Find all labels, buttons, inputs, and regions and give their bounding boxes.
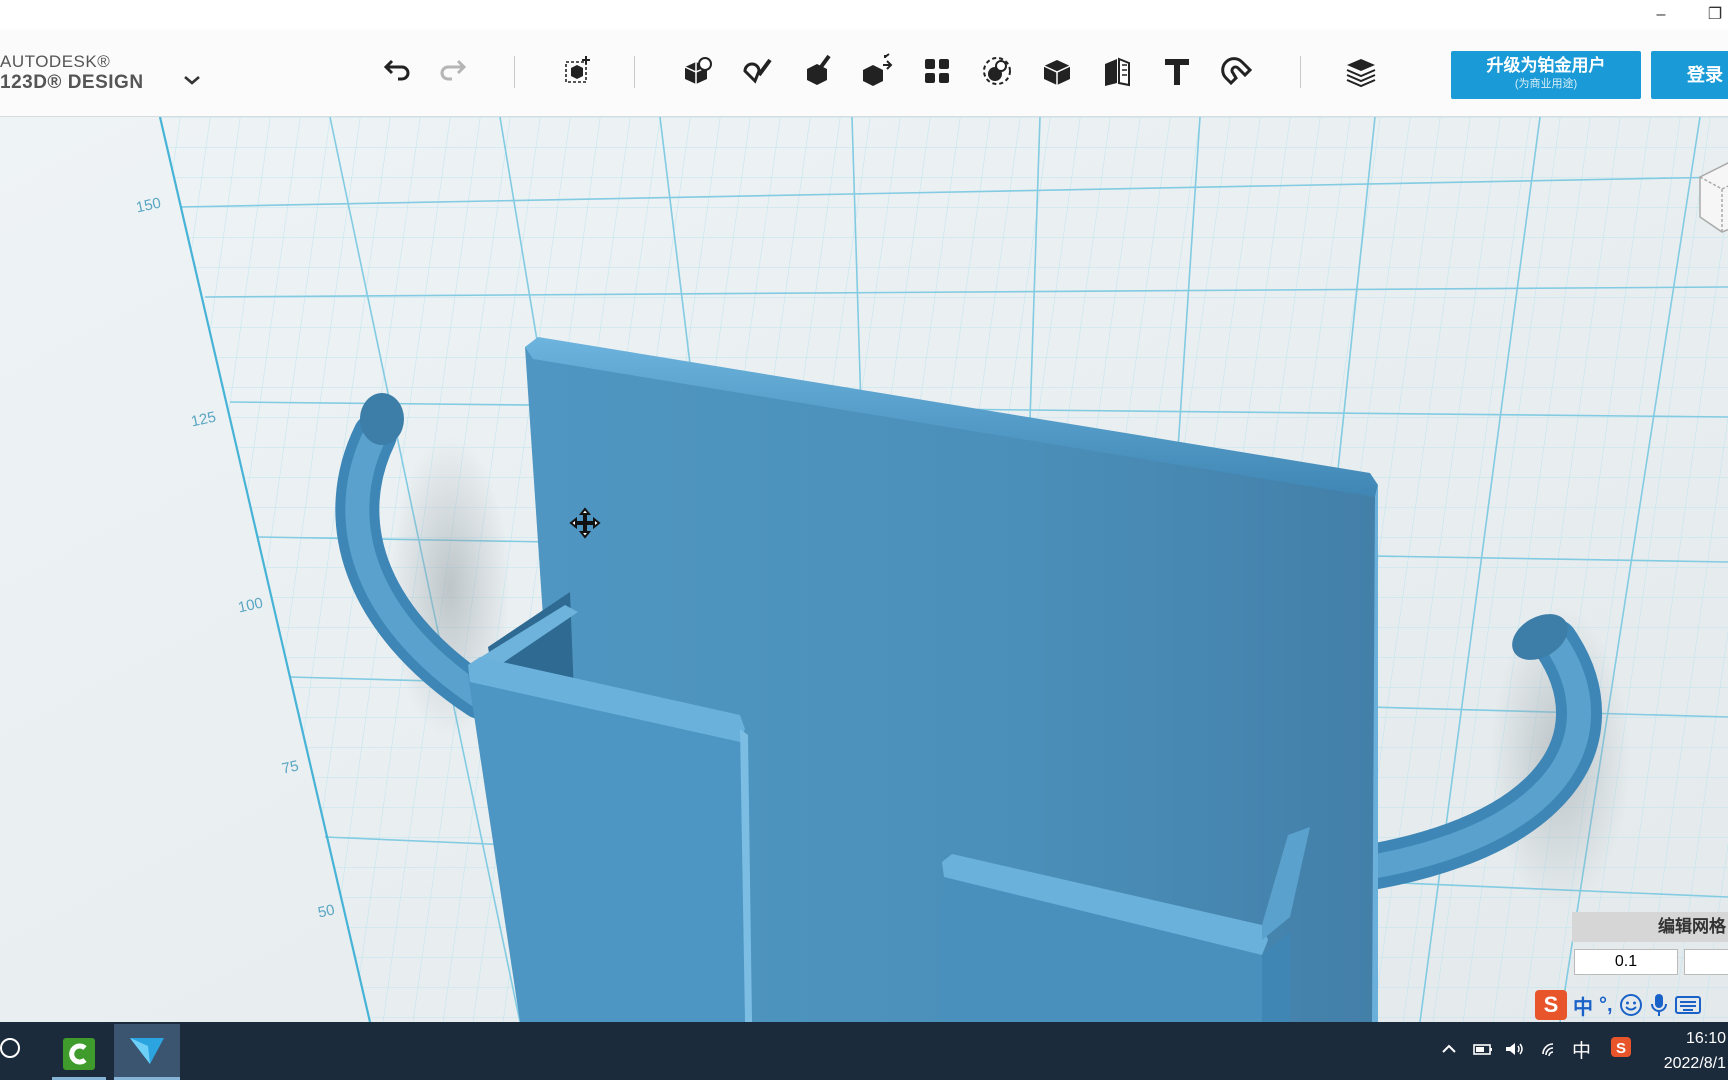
- combine-icon[interactable]: [1034, 48, 1080, 94]
- sketch-icon[interactable]: [734, 48, 780, 94]
- minimize-button[interactable]: –: [1646, 4, 1676, 26]
- tray-ime-indicator[interactable]: 中: [1572, 1036, 1591, 1063]
- grid-size-input[interactable]: [1684, 949, 1728, 975]
- transform-icon[interactable]: [554, 48, 600, 94]
- emoji-icon[interactable]: [1619, 993, 1643, 1017]
- primitives-icon[interactable]: [674, 48, 720, 94]
- axis-label-50: 50: [316, 901, 337, 922]
- pattern-icon[interactable]: [914, 48, 960, 94]
- upgrade-button[interactable]: 升级为铂金用户 (为商业用途): [1451, 51, 1641, 99]
- material-icon[interactable]: [1338, 48, 1384, 94]
- app-logo: AUTODESK® 123D® DESIGN: [0, 52, 160, 94]
- modify-icon[interactable]: [854, 48, 900, 94]
- chevron-up-icon[interactable]: [1440, 1040, 1458, 1064]
- snap-icon[interactable]: [1214, 48, 1260, 94]
- system-clock[interactable]: 16:10 2022/8/1: [1660, 1026, 1726, 1076]
- wifi-icon[interactable]: [1540, 1040, 1562, 1064]
- camtasia-app-icon[interactable]: [52, 1030, 106, 1080]
- toolbar-separator: [1300, 56, 1301, 88]
- login-button[interactable]: 登录: [1651, 51, 1728, 99]
- redo-icon[interactable]: [431, 48, 477, 94]
- chevron-down-icon[interactable]: [180, 68, 204, 92]
- sogou-tray-icon[interactable]: S: [1610, 1036, 1632, 1064]
- toolbar-separator: [634, 56, 635, 88]
- search-icon[interactable]: [0, 1038, 20, 1058]
- svg-text:S: S: [1616, 1040, 1626, 1057]
- sogou-logo-icon[interactable]: S: [1535, 990, 1567, 1020]
- ime-toolbar: S 中 °,: [1535, 988, 1728, 1022]
- axis-label-75: 75: [280, 757, 301, 778]
- battery-icon[interactable]: [1472, 1040, 1494, 1064]
- text-icon[interactable]: [1154, 48, 1200, 94]
- volume-icon[interactable]: [1504, 1040, 1526, 1064]
- upgrade-label: 升级为铂金用户: [1486, 56, 1606, 75]
- ime-punct-toggle[interactable]: °,: [1599, 994, 1613, 1017]
- construct-icon[interactable]: [794, 48, 840, 94]
- edit-grid-title: 编辑网格: [1572, 912, 1728, 942]
- grouping-icon[interactable]: [974, 48, 1020, 94]
- grid-spacing-input[interactable]: [1574, 949, 1678, 975]
- scene-canvas[interactable]: [0, 117, 1728, 1022]
- undo-icon[interactable]: [373, 48, 419, 94]
- clock-time: 16:10: [1685, 1030, 1726, 1047]
- clock-date: 2022/8/1: [1663, 1055, 1726, 1072]
- main-toolbar: AUTODESK® 123D® DESIGN 升级为铂金用户 (为商业用途) 登…: [0, 30, 1728, 117]
- ime-mode-toggle[interactable]: 中: [1573, 991, 1593, 1020]
- microphone-icon[interactable]: [1649, 992, 1669, 1018]
- 123d-design-app-icon[interactable]: [114, 1024, 180, 1080]
- restore-button[interactable]: ❐: [1700, 4, 1728, 26]
- window-titlebar: – ❐: [0, 0, 1728, 31]
- keyboard-icon[interactable]: [1674, 994, 1701, 1016]
- measure-icon[interactable]: [1094, 48, 1140, 94]
- taskbar: 中 S 16:10 2022/8/1: [0, 1022, 1728, 1080]
- 3d-viewport[interactable]: 150 125 100 75 50: [0, 117, 1728, 1022]
- logo-brand: AUTODESK®: [0, 52, 111, 71]
- upgrade-sublabel: (为商业用途): [1514, 78, 1578, 90]
- app-window: – ❐ AUTODESK® 123D® DESIGN 升级为铂金用户 (为商业用…: [0, 0, 1728, 1080]
- logo-product: 123D® DESIGN: [0, 72, 144, 93]
- edit-grid-panel: 编辑网格: [1572, 912, 1728, 982]
- toolbar-separator: [514, 56, 515, 88]
